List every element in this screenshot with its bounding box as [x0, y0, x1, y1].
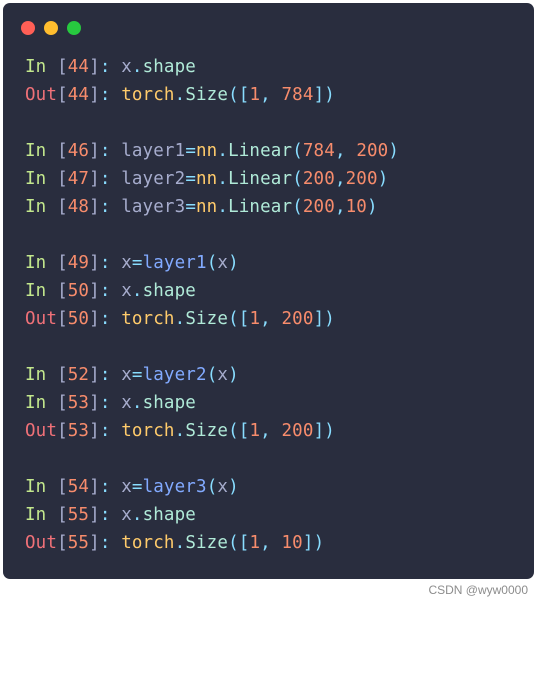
code-line	[25, 445, 534, 473]
code-line: In [47]: layer2=nn.Linear(200,200)	[25, 165, 534, 193]
code-line: In [53]: x.shape	[25, 389, 534, 417]
code-line: Out[50]: torch.Size([1, 200])	[25, 305, 534, 333]
code-line: In [46]: layer1=nn.Linear(784, 200)	[25, 137, 534, 165]
code-line: In [54]: x=layer3(x)	[25, 473, 534, 501]
zoom-icon[interactable]	[67, 21, 81, 35]
code-block: In [44]: x.shapeOut[44]: torch.Size([1, …	[3, 53, 534, 557]
code-line: Out[55]: torch.Size([1, 10])	[25, 529, 534, 557]
window-titlebar	[3, 3, 534, 35]
code-line: In [50]: x.shape	[25, 277, 534, 305]
terminal-window: In [44]: x.shapeOut[44]: torch.Size([1, …	[3, 3, 534, 579]
code-line: In [55]: x.shape	[25, 501, 534, 529]
code-line: Out[44]: torch.Size([1, 784])	[25, 81, 534, 109]
code-line	[25, 333, 534, 361]
code-line: In [48]: layer3=nn.Linear(200,10)	[25, 193, 534, 221]
code-line: In [44]: x.shape	[25, 53, 534, 81]
code-line: In [49]: x=layer1(x)	[25, 249, 534, 277]
code-line	[25, 109, 534, 137]
watermark: CSDN @wyw0000	[3, 579, 534, 597]
code-line: In [52]: x=layer2(x)	[25, 361, 534, 389]
code-line	[25, 221, 534, 249]
close-icon[interactable]	[21, 21, 35, 35]
code-line: Out[53]: torch.Size([1, 200])	[25, 417, 534, 445]
minimize-icon[interactable]	[44, 21, 58, 35]
